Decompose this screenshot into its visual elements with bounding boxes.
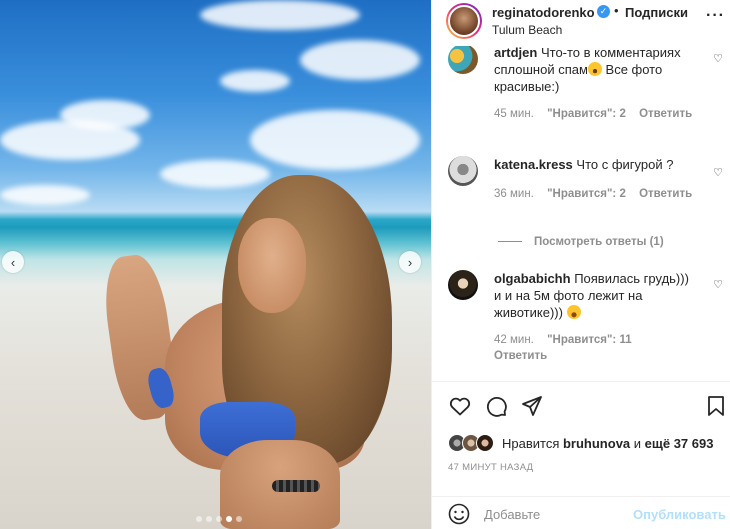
share-paper-plane-icon[interactable] <box>518 392 546 420</box>
avatar <box>476 434 494 452</box>
laughing-emoji-icon <box>566 305 581 319</box>
chevron-left-icon: ‹ <box>10 254 16 270</box>
chevron-right-icon: › <box>407 254 413 270</box>
cloud <box>250 110 420 170</box>
reply-button[interactable]: Ответить <box>639 188 692 200</box>
cloud <box>160 160 270 188</box>
following-button[interactable]: Подписки <box>625 5 688 20</box>
publish-button[interactable]: Опубликовать <box>633 507 726 522</box>
post-actions-bar <box>432 392 730 422</box>
comment-item: olgababichh Появилась грудь))) и и на 5м… <box>448 270 723 370</box>
comment-likes[interactable]: "Нравится": 2 <box>547 188 626 200</box>
avatar[interactable] <box>446 3 482 39</box>
emoji-picker-icon[interactable] <box>448 503 470 525</box>
comment-meta: 36 мин. "Нравится": 2 Ответить <box>494 188 692 200</box>
like-heart-icon[interactable] <box>446 392 474 420</box>
comment-time[interactable]: 45 мин. <box>494 108 534 120</box>
comment-username[interactable]: katena.kress <box>494 157 573 172</box>
carousel-dots <box>196 516 242 522</box>
comment-item: artdjen Что-то в комментариях сплошной с… <box>448 44 723 124</box>
comment-meta: 45 мин. "Нравится": 2 Ответить <box>494 108 692 120</box>
post-author-username[interactable]: reginatodorenko <box>492 5 595 20</box>
post-header: reginatodorenko ✓ • Подписки Tulum Beach… <box>432 0 730 46</box>
view-replies-button[interactable]: Посмотреть ответы (1) <box>498 236 664 248</box>
cloud <box>200 0 360 30</box>
comment-likes[interactable]: "Нравится": 2 <box>547 108 626 120</box>
save-bookmark-icon[interactable] <box>702 392 730 420</box>
person-face <box>238 218 306 313</box>
comment-text: Что с фигурой ? <box>576 157 674 172</box>
reply-button[interactable]: Ответить <box>639 108 692 120</box>
divider <box>498 241 522 243</box>
bracelet <box>272 480 320 492</box>
likes-count[interactable]: ещё 37 693 <box>645 436 714 451</box>
comments-list[interactable]: artdjen Что-то в комментариях сплошной с… <box>432 0 730 382</box>
carousel-next-button[interactable]: › <box>399 251 421 273</box>
cloud <box>0 185 90 205</box>
reply-button[interactable]: Ответить <box>494 350 547 362</box>
add-comment-bar: Опубликовать <box>432 496 730 529</box>
carousel-dot <box>196 516 202 522</box>
cloud <box>300 40 420 80</box>
comment-time[interactable]: 36 мин. <box>494 188 534 200</box>
comment-meta: 42 мин. "Нравится": 11 <box>494 334 632 346</box>
post-photo[interactable]: ‹ › <box>0 0 431 529</box>
cloud <box>220 70 290 92</box>
comment-username[interactable]: olgababichh <box>494 271 571 286</box>
cloud <box>60 100 150 130</box>
post-timestamp[interactable]: 47 МИНУТ НАЗАД <box>448 462 533 473</box>
comment-item: katena.kress Что с фигурой ? ♡ 36 мин. "… <box>448 156 723 206</box>
post-location[interactable]: Tulum Beach <box>492 23 562 37</box>
liker-username[interactable]: bruhunova <box>563 436 630 451</box>
post-side-panel: artdjen Что-то в комментариях сплошной с… <box>431 0 730 529</box>
carousel-prev-button[interactable]: ‹ <box>2 251 24 273</box>
like-comment-heart-icon[interactable]: ♡ <box>713 52 723 65</box>
avatar[interactable] <box>448 270 478 300</box>
comment-input[interactable] <box>484 503 624 525</box>
instagram-post-view: ‹ › artdjen Что-то в комментариях сплошн… <box>0 0 730 529</box>
carousel-dot-active <box>226 516 232 522</box>
comment-time[interactable]: 42 мин. <box>494 334 534 346</box>
astonished-emoji-icon <box>587 62 602 76</box>
likes-summary[interactable]: Нравится bruhunova и ещё 37 693 <box>448 434 728 454</box>
comment-username[interactable]: artdjen <box>494 45 537 60</box>
verified-badge-icon: ✓ <box>597 5 610 18</box>
like-comment-heart-icon[interactable]: ♡ <box>713 278 723 291</box>
carousel-dot <box>236 516 242 522</box>
comment-bubble-icon[interactable] <box>482 392 510 420</box>
avatar[interactable] <box>448 156 478 186</box>
avatar[interactable] <box>448 44 478 74</box>
comment-likes[interactable]: "Нравится": 11 <box>547 334 632 346</box>
carousel-dot <box>206 516 212 522</box>
like-comment-heart-icon[interactable]: ♡ <box>713 166 723 179</box>
carousel-dot <box>216 516 222 522</box>
more-options-icon[interactable]: ··· <box>706 7 725 25</box>
